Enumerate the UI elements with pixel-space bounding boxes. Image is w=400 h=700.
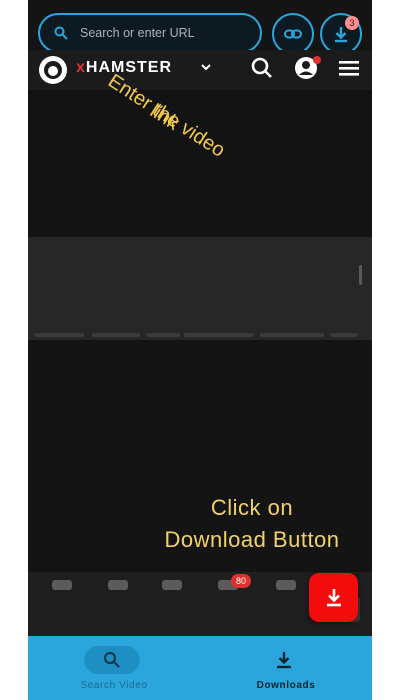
chevron-down-icon[interactable]	[200, 62, 212, 72]
tag-chip[interactable]	[330, 333, 358, 337]
search-icon	[54, 26, 68, 40]
site-logo-icon	[39, 56, 67, 84]
nav-downloads-label: Downloads	[256, 680, 316, 691]
site-search-icon[interactable]	[250, 56, 274, 80]
tag-chip[interactable]	[92, 333, 140, 337]
bottom-navigation: Search Video Downloads	[28, 636, 372, 700]
nav-search-video[interactable]: Search Video	[28, 636, 200, 700]
nav-downloads[interactable]: Downloads	[200, 636, 372, 700]
tag-chip[interactable]	[34, 333, 84, 337]
search-placeholder: Search or enter URL	[80, 26, 195, 40]
site-logo-prefix: x	[76, 59, 86, 76]
tag-chip[interactable]	[146, 333, 180, 337]
tag-chip[interactable]	[260, 333, 324, 337]
user-icon[interactable]	[294, 56, 321, 85]
video-info-area	[28, 237, 372, 340]
tag-chip[interactable]	[184, 333, 254, 337]
scroll-indicator[interactable]	[359, 265, 362, 285]
notification-count-badge: 80	[231, 574, 251, 588]
menu-icon[interactable]	[338, 58, 360, 78]
search-input[interactable]: Search or enter URL	[38, 13, 262, 53]
heart-icon[interactable]	[162, 580, 182, 590]
site-logo-text: HAMSTER	[85, 59, 173, 76]
instruction-click-download: Click on Download Button	[0, 492, 400, 556]
site-nav-icon[interactable]	[108, 580, 128, 590]
instruction-click-line2: Download Button	[164, 527, 340, 552]
user-notification-dot	[313, 56, 321, 64]
site-nav-icon[interactable]	[52, 580, 72, 590]
app-screen: Search or enter URL 3 xHAMSTER 80 Search…	[28, 0, 372, 700]
video-player-area[interactable]	[28, 90, 372, 237]
nav-search-label: Search Video	[80, 680, 148, 691]
search-icon	[103, 651, 120, 668]
tag-row	[34, 333, 366, 337]
site-nav-icon[interactable]	[276, 580, 296, 590]
website-header: xHAMSTER	[28, 50, 372, 90]
instruction-click-line1: Click on	[210, 495, 294, 520]
link-icon	[284, 29, 302, 39]
download-icon	[277, 652, 291, 669]
download-count-badge: 3	[345, 16, 359, 30]
download-icon	[327, 589, 341, 607]
downloads-button[interactable]: 3	[320, 13, 362, 55]
paste-link-button[interactable]	[272, 13, 314, 55]
download-fab-button[interactable]	[309, 573, 358, 622]
